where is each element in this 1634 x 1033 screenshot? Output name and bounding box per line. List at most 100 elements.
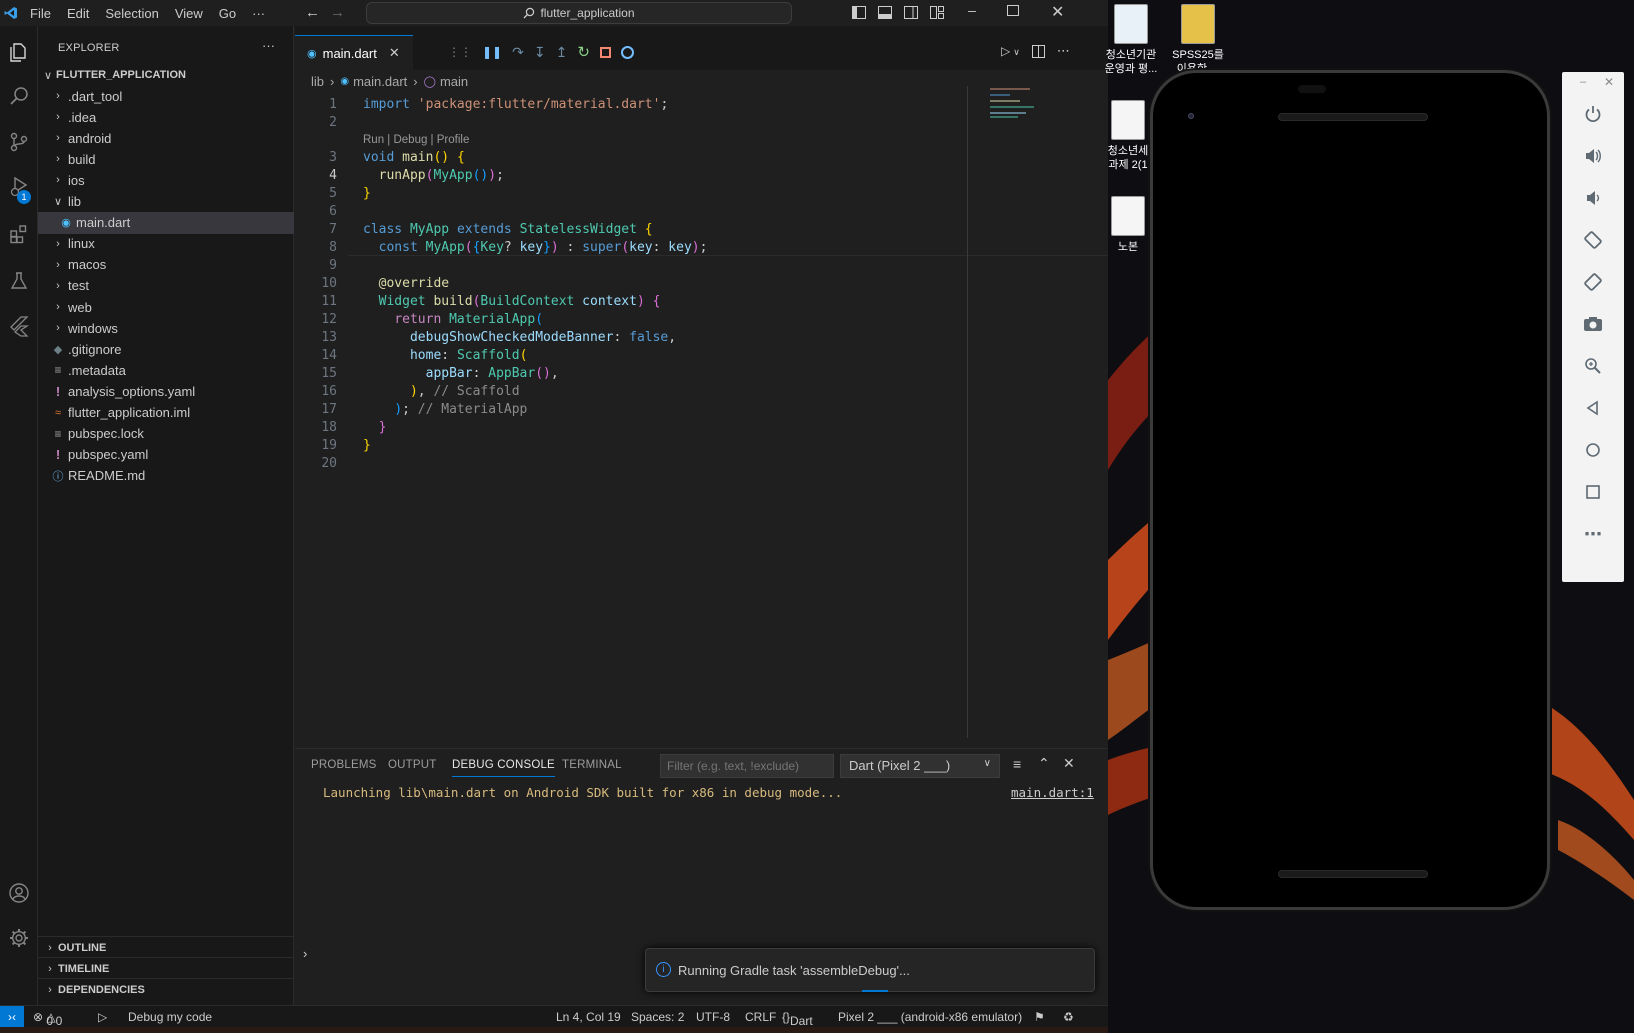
section-outline[interactable]: › OUTLINE	[38, 936, 294, 958]
device-status[interactable]: Pixel 2 ___ (android-x86 emulator)	[838, 1010, 1022, 1024]
power-icon[interactable]	[1562, 94, 1624, 134]
zoom-icon[interactable]	[1562, 346, 1624, 386]
command-center-search[interactable]: flutter_application	[366, 2, 792, 24]
tab-terminal[interactable]: TERMINAL	[562, 759, 622, 771]
step-over-icon[interactable]: ↷	[512, 44, 524, 61]
debug-status-icon[interactable]: ▷	[98, 1010, 107, 1024]
customize-layout-icon[interactable]	[930, 6, 944, 19]
source-control-icon[interactable]	[0, 122, 38, 162]
accounts-icon[interactable]	[0, 873, 38, 913]
source-link[interactable]: main.dart:1	[1011, 785, 1094, 800]
explorer-icon[interactable]	[0, 32, 38, 72]
toggle-secondary-sidebar-icon[interactable]	[904, 6, 918, 19]
flutter-icon[interactable]	[0, 306, 38, 346]
tree-item-metadata[interactable]: ≡ .metadata	[38, 359, 294, 381]
menu-selection[interactable]: Selection	[97, 6, 166, 21]
stop-icon[interactable]	[599, 46, 611, 58]
nav-forward-icon[interactable]: →	[330, 4, 345, 21]
restart-icon[interactable]: ↻	[577, 43, 590, 61]
maximize-button[interactable]	[1007, 5, 1019, 16]
breadcrumb-file[interactable]: main.dart	[353, 74, 407, 89]
testing-icon[interactable]	[0, 261, 38, 301]
drag-handle-icon[interactable]: ⋮⋮	[448, 45, 472, 59]
debug-config[interactable]: Debug my code	[128, 1010, 212, 1024]
menu-edit[interactable]: Edit	[59, 6, 97, 21]
codelens[interactable]: Run | Debug | Profile	[363, 134, 469, 146]
minimap[interactable]	[990, 86, 1048, 122]
run-icon[interactable]: ▷ ∨	[1001, 44, 1020, 58]
console-filter-input[interactable]	[660, 754, 834, 778]
tree-item-windows[interactable]: › windows	[38, 317, 294, 339]
menu-view[interactable]: View	[167, 6, 211, 21]
settings-gear-icon[interactable]	[0, 918, 38, 958]
remote-icon[interactable]: ›‹	[0, 1006, 24, 1028]
code-editor[interactable]: 1 2 3 4 5 6 7 8 9 10 11 12 13 14 15 16 17 18 19 20 import '…	[295, 88, 1258, 748]
rotate-right-icon[interactable]	[1562, 262, 1624, 302]
close-window-button[interactable]: ✕	[1051, 2, 1064, 22]
tree-item-linux[interactable]: › linux	[38, 233, 294, 255]
device-select[interactable]: Dart (Pixel 2 ___) ∨	[840, 754, 1000, 778]
volume-down-icon[interactable]	[1562, 178, 1624, 218]
explorer-more-button[interactable]: ···	[262, 38, 275, 53]
overview-icon[interactable]	[1562, 472, 1624, 512]
tree-item-flutter-application-iml[interactable]: ≈ flutter_application.iml	[38, 402, 294, 424]
more-actions-icon[interactable]: ⋯	[1057, 43, 1070, 59]
line-endings[interactable]: CRLF	[745, 1010, 776, 1024]
breadcrumb-symbol[interactable]: main	[440, 74, 468, 89]
emulator-close-button[interactable]: ✕	[1604, 75, 1614, 89]
tree-item-readme-md[interactable]: ⓘ README.md	[38, 465, 294, 487]
home-icon[interactable]	[1562, 430, 1624, 470]
volume-up-icon[interactable]	[1562, 136, 1624, 176]
pause-icon[interactable]: ❚❚	[482, 45, 502, 59]
camera-icon[interactable]	[1562, 304, 1624, 344]
inspect-widget-icon[interactable]	[620, 45, 634, 59]
console-prompt-icon[interactable]: ›	[303, 946, 307, 961]
toggle-panel-icon[interactable]	[878, 6, 892, 19]
indentation[interactable]: Spaces: 2	[631, 1010, 684, 1024]
close-panel-icon[interactable]: ✕	[1063, 755, 1075, 772]
close-tab-icon[interactable]: ✕	[389, 45, 400, 61]
tree-item-idea[interactable]: › .idea	[38, 106, 294, 128]
tree-item-dart-tool[interactable]: › .dart_tool	[38, 85, 294, 107]
errors-status[interactable]: ⊗ 0 △ 0	[33, 1010, 62, 1028]
cursor-position[interactable]: Ln 4, Col 19	[556, 1010, 621, 1024]
breadcrumb-lib[interactable]: lib	[311, 74, 324, 89]
tree-item-web[interactable]: › web	[38, 296, 294, 318]
more-options-icon[interactable]: ⋯	[1562, 514, 1624, 554]
tree-item-main-dart[interactable]: ◉ main.dart	[38, 211, 294, 234]
rotate-left-icon[interactable]	[1562, 220, 1624, 260]
language-mode[interactable]: {} Dart	[782, 1010, 813, 1028]
desktop-icon[interactable]: SPSS25를 이용한 ...	[1163, 4, 1233, 76]
split-editor-icon[interactable]	[1031, 44, 1045, 58]
extensions-icon[interactable]	[0, 214, 38, 254]
tab-problems[interactable]: PROBLEMS	[311, 759, 377, 771]
tree-item-pubspec-lock[interactable]: ≡ pubspec.lock	[38, 423, 294, 445]
tree-item-analysis-options-yaml[interactable]: ! analysis_options.yaml	[38, 380, 294, 402]
tree-root[interactable]: ∨ FLUTTER_APPLICATION	[38, 64, 294, 86]
section-dependencies[interactable]: › DEPENDENCIES	[38, 978, 294, 1000]
desktop-icon[interactable]: 청소년기관 운영과 평...	[1096, 4, 1166, 76]
search-view-icon[interactable]	[0, 76, 38, 116]
menu-go[interactable]: Go	[211, 6, 244, 21]
maximize-panel-icon[interactable]: ⌃	[1038, 755, 1050, 772]
tree-item-test[interactable]: › test	[38, 275, 294, 297]
nav-back-icon[interactable]: ←	[305, 4, 320, 21]
clear-console-icon[interactable]: ≡	[1013, 756, 1021, 772]
step-into-icon[interactable]: ↧	[534, 44, 546, 61]
tab-main-dart[interactable]: ◉ main.dart ✕	[295, 35, 413, 70]
tree-item-pubspec-yaml[interactable]: ! pubspec.yaml	[38, 444, 294, 466]
emulator-screen[interactable]	[1163, 145, 1537, 825]
tab-debug-console[interactable]: DEBUG CONSOLE	[452, 759, 555, 777]
notification-toast[interactable]: i Running Gradle task 'assembleDebug'...	[645, 948, 1095, 992]
tree-item-ios[interactable]: › ios	[38, 169, 294, 191]
emulator-minimize-button[interactable]: –	[1580, 76, 1586, 88]
tree-item-gitignore[interactable]: ◆ .gitignore	[38, 338, 294, 360]
menu-file[interactable]: File	[22, 6, 59, 21]
tree-item-android[interactable]: › android	[38, 127, 294, 149]
minimize-button[interactable]: –	[962, 2, 982, 24]
step-out-icon[interactable]: ↥	[556, 44, 568, 61]
tree-item-macos[interactable]: › macos	[38, 254, 294, 276]
tree-item-build[interactable]: › build	[38, 148, 294, 170]
tree-item-lib[interactable]: ∨ lib	[38, 191, 294, 213]
feedback-icon[interactable]: ⚑	[1034, 1010, 1045, 1024]
